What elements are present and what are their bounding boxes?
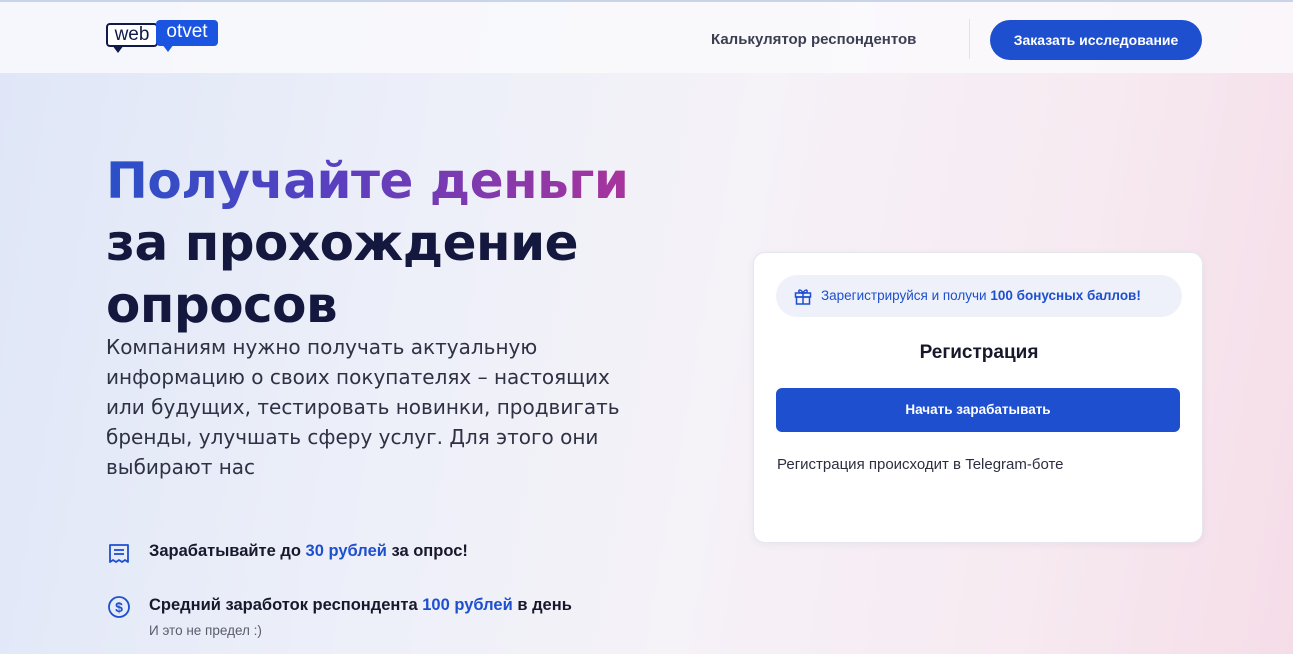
logo-otvet-text: otvet xyxy=(166,21,208,42)
feature-text: Зарабатывайте до 30 рублей за опрос! xyxy=(149,542,468,560)
site-header: web otvet Калькулятор респондентов Заказ… xyxy=(0,2,1293,73)
logo-otvet-badge: otvet xyxy=(156,20,218,46)
feature-text: Средний заработок респондента 100 рублей… xyxy=(149,596,572,614)
bonus-banner: Зарегистрируйся и получи 100 бонусных ба… xyxy=(776,275,1182,317)
logo-web-text: web xyxy=(114,24,150,45)
hero-title: Получайте деньги за прохождение опросов xyxy=(106,150,706,336)
logo-speech-tail xyxy=(162,44,174,52)
nav-divider xyxy=(969,19,970,59)
hero-title-rest: за прохождение опросов xyxy=(106,214,579,334)
logo-web-badge: web xyxy=(106,23,158,47)
gift-icon xyxy=(794,289,812,305)
hero-lead: Компаниям нужно получать актуальную инфо… xyxy=(106,335,620,479)
registration-note: Регистрация происходит в Telegram-боте xyxy=(777,456,1064,473)
start-earning-button[interactable]: Начать зарабатывать xyxy=(776,388,1180,432)
receipt-icon xyxy=(109,544,129,563)
dollar-coin-icon: $ xyxy=(108,596,130,618)
bonus-text: Зарегистрируйся и получи 100 бонусных ба… xyxy=(821,288,1141,303)
svg-text:$: $ xyxy=(115,599,123,615)
nav-calculator-link[interactable]: Калькулятор респондентов xyxy=(711,31,916,48)
feature-subtext: И это не предел :) xyxy=(149,623,262,638)
order-research-button[interactable]: Заказать исследование xyxy=(990,20,1202,60)
registration-title: Регистрация xyxy=(919,342,1039,363)
hero-title-highlight: Получайте деньги xyxy=(106,152,629,210)
registration-card: Зарегистрируйся и получи 100 бонусных ба… xyxy=(753,252,1203,543)
logo-speech-tail xyxy=(112,45,124,53)
